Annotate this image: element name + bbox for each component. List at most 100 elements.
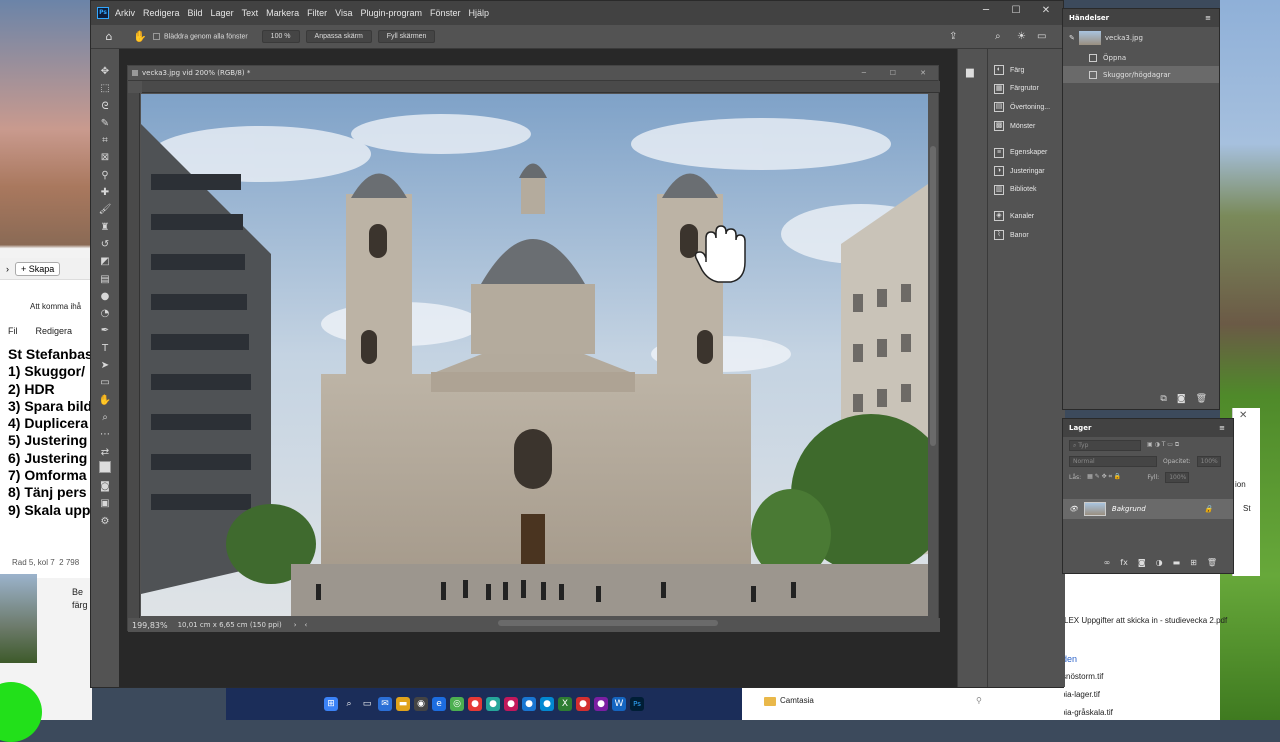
doc-maximize-icon[interactable]: ☐ xyxy=(890,69,896,77)
marquee-tool-icon[interactable]: ⬚ xyxy=(91,80,119,97)
windows-start-icon[interactable]: ⊞ xyxy=(324,697,338,711)
doc-close-button-icon[interactable]: ✕ xyxy=(920,69,926,77)
history-brush-icon[interactable]: ↺ xyxy=(91,236,119,253)
ruler-horizontal[interactable] xyxy=(142,81,940,93)
app-pink-icon[interactable]: ● xyxy=(504,697,518,711)
edge-icon[interactable]: e xyxy=(432,697,446,711)
link-icon[interactable]: ∞ xyxy=(1104,558,1111,567)
workspace-icon[interactable]: ▭ xyxy=(1037,31,1046,42)
light-icon[interactable]: ☀ xyxy=(1017,31,1026,42)
healing-brush-icon[interactable]: ✚ xyxy=(91,184,119,201)
more-tools-icon[interactable]: ⋯ xyxy=(91,426,119,443)
history-item[interactable]: Öppna xyxy=(1063,49,1219,66)
app-red-icon[interactable]: ● xyxy=(468,697,482,711)
fit-screen-button[interactable]: Anpassa skärm xyxy=(305,30,372,43)
mail-icon[interactable]: ✉ xyxy=(378,697,392,711)
app-cyan-icon[interactable]: ● xyxy=(540,697,554,711)
lock-icons[interactable]: ▦ ✎ ✥ ⌗ 🔒 xyxy=(1087,473,1121,481)
menu-bild[interactable]: Bild xyxy=(188,8,203,18)
move-tool-icon[interactable]: ✥ xyxy=(91,63,119,80)
menu-arkiv[interactable]: Arkiv xyxy=(115,8,135,18)
panel-banor[interactable]: ⌇ Banor xyxy=(988,226,1065,245)
panel-fargrutor[interactable]: ▦ Färgrutor xyxy=(988,80,1065,99)
menu-lager[interactable]: Lager xyxy=(211,8,234,18)
hand-tool-icon[interactable]: ✋ xyxy=(91,392,119,409)
opacity-field[interactable]: 100% xyxy=(1196,455,1221,467)
panel-menu-icon[interactable]: ≡ xyxy=(1219,424,1225,432)
word-icon[interactable]: W xyxy=(612,697,626,711)
app-blue-icon[interactable]: ● xyxy=(522,697,536,711)
share-icon[interactable]: ⇪ xyxy=(949,31,957,42)
hand-tool-icon[interactable]: ✋ xyxy=(127,30,153,43)
history-snapshot[interactable]: ✎ vecka3.jpg xyxy=(1063,27,1219,49)
blend-mode-select[interactable]: Normal xyxy=(1069,455,1157,467)
type-tool-icon[interactable]: T xyxy=(91,340,119,357)
dodge-tool-icon[interactable]: ◔ xyxy=(91,305,119,322)
search-icon[interactable]: ⌕ xyxy=(995,31,1001,42)
app-teal-icon[interactable]: ● xyxy=(486,697,500,711)
close-icon[interactable]: ✕ xyxy=(1239,410,1247,421)
scroll-left-icon[interactable]: ‹ xyxy=(305,621,308,629)
mask-icon[interactable]: ◙ xyxy=(1138,558,1146,567)
doc-minimize-icon[interactable]: ─ xyxy=(862,69,866,77)
history-item-selected[interactable]: Skuggor/högdagrar xyxy=(1063,66,1219,83)
clone-stamp-icon[interactable]: ♜ xyxy=(91,219,119,236)
skapa-button[interactable]: + Skapa xyxy=(15,261,61,276)
home-icon[interactable]: ⌂ xyxy=(91,30,127,43)
doc-tab[interactable]: Att komma ihå xyxy=(30,302,81,311)
crop-tool-icon[interactable]: ⌗ xyxy=(91,132,119,149)
camtasia-folder[interactable]: Camtasia xyxy=(780,696,814,705)
brush-tool-icon[interactable]: 🖌 xyxy=(91,201,119,218)
app-red2-icon[interactable]: ● xyxy=(576,697,590,711)
folder-icon[interactable]: ▬ xyxy=(1173,558,1181,567)
chevron-right-icon[interactable]: › xyxy=(6,264,9,274)
pen-tool-icon[interactable]: ✒ xyxy=(91,322,119,339)
trash-icon[interactable]: 🗑 xyxy=(1207,558,1217,567)
blur-tool-icon[interactable]: ● xyxy=(91,288,119,305)
comments-icon[interactable]: ▆ xyxy=(966,67,987,78)
excel-icon[interactable]: X xyxy=(558,697,572,711)
new-layer-icon[interactable]: ⊞ xyxy=(1190,558,1197,567)
frame-tool-icon[interactable]: ⊠ xyxy=(91,149,119,166)
lasso-tool-icon[interactable]: ᘓ xyxy=(91,98,119,115)
camera-icon[interactable]: ◙ xyxy=(1177,394,1186,404)
doc-close-icon[interactable] xyxy=(132,70,138,76)
menu-hjalp[interactable]: Hjälp xyxy=(469,8,490,18)
quick-select-icon[interactable]: ✎ xyxy=(91,115,119,132)
pin-icon[interactable]: ⚲ xyxy=(976,696,982,705)
extras-icon[interactable]: ⚙ xyxy=(91,513,119,530)
chrome-icon[interactable]: ◎ xyxy=(450,697,464,711)
menu-redigera[interactable]: Redigera xyxy=(143,8,180,18)
panel-justeringar[interactable]: ◑ Justeringar xyxy=(988,162,1065,181)
menu-plugin[interactable]: Plugin-program xyxy=(360,8,422,18)
document-title-bar[interactable]: vecka3.jpg vid 200% (RGB/8) * ─ ☐ ✕ xyxy=(128,66,938,81)
search-icon[interactable]: ⌕ xyxy=(342,697,356,711)
status-arrow-icon[interactable]: › xyxy=(294,621,297,629)
panel-farg[interactable]: ◐ Färg xyxy=(988,61,1065,80)
screen-mode-icon[interactable]: ▣ xyxy=(91,495,119,512)
zoom-level[interactable]: 199,83% xyxy=(132,621,168,630)
layers-header[interactable]: Lager ≡ xyxy=(1063,419,1233,437)
zoom-tool-icon[interactable]: ⌕ xyxy=(91,409,119,426)
menu-fil[interactable]: Fil xyxy=(8,326,18,336)
history-header[interactable]: Händelser ≡ xyxy=(1063,9,1219,27)
ruler-vertical[interactable] xyxy=(128,93,140,619)
close-icon[interactable]: ✕ xyxy=(1031,1,1061,25)
gradient-tool-icon[interactable]: ▤ xyxy=(91,271,119,288)
eraser-icon[interactable]: ◩ xyxy=(91,253,119,270)
fill-screen-button[interactable]: Fyll skärmen xyxy=(377,30,436,43)
filter-icons[interactable]: ▣ ◑ T ▭ ⧉ xyxy=(1147,441,1179,449)
image-canvas[interactable] xyxy=(141,94,928,616)
layer-row-bakgrund[interactable]: 👁 Bakgrund 🔒 xyxy=(1063,499,1233,519)
fill-field[interactable]: 100% xyxy=(1165,471,1190,483)
panel-egenskaper[interactable]: ≡ Egenskaper xyxy=(988,143,1065,162)
trash-icon[interactable]: 🗑 xyxy=(1196,394,1207,404)
explorer-icon[interactable]: ▬ xyxy=(396,697,410,711)
menu-redigera[interactable]: Redigera xyxy=(36,326,73,336)
panel-monster[interactable]: ▩ Mönster xyxy=(988,117,1065,136)
menu-filter[interactable]: Filter xyxy=(307,8,327,18)
eye-icon[interactable]: 👁 xyxy=(1069,505,1078,513)
app-icon[interactable]: ◉ xyxy=(414,697,428,711)
zoom-100-button[interactable]: 100 % xyxy=(261,30,300,43)
minimize-icon[interactable]: ─ xyxy=(971,1,1001,25)
